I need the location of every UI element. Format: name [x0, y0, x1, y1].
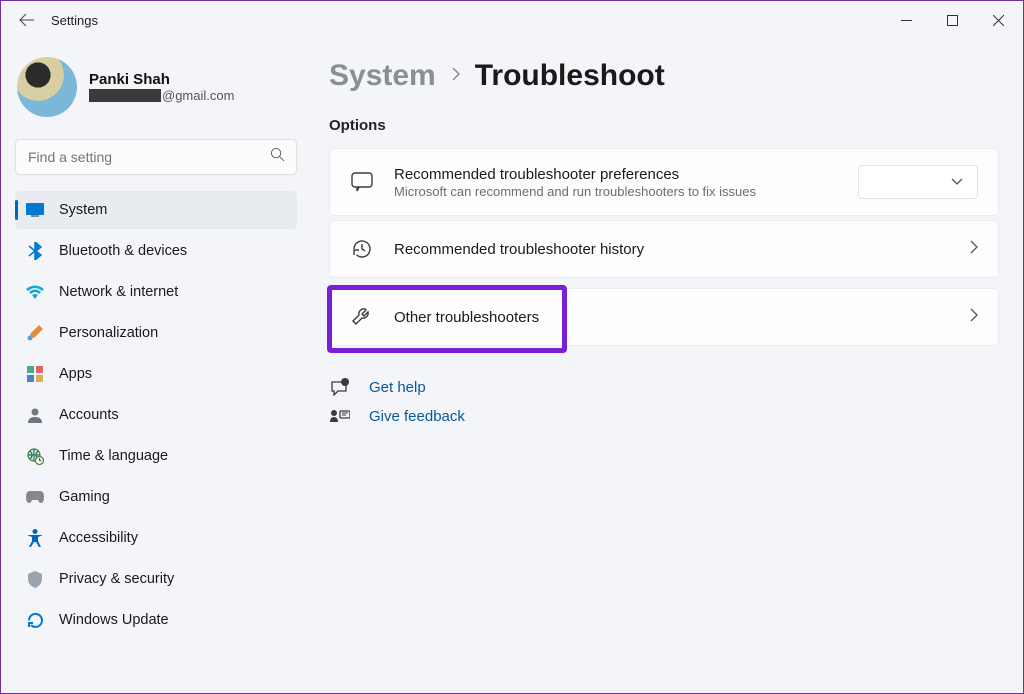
give-feedback-link[interactable]: Give feedback: [329, 402, 465, 431]
chat-icon: [350, 170, 374, 194]
sidebar-item-label: Personalization: [59, 325, 158, 341]
chevron-down-icon: [951, 173, 963, 191]
nav-list: System Bluetooth & devices Network & int…: [15, 191, 297, 639]
card-troubleshooter-preferences[interactable]: Recommended troubleshooter preferences M…: [329, 148, 999, 216]
shield-icon: [25, 569, 45, 589]
sidebar-item-system[interactable]: System: [15, 191, 297, 229]
sidebar-item-accessibility[interactable]: Accessibility: [15, 519, 297, 557]
breadcrumb-current: Troubleshoot: [475, 59, 665, 93]
sidebar-item-label: Time & language: [59, 448, 168, 464]
sidebar-item-label: System: [59, 202, 107, 218]
sidebar: Panki Shah @gmail.com System Bluetooth &…: [1, 39, 311, 693]
help-icon: ?: [329, 378, 351, 396]
chevron-right-icon: [969, 308, 978, 327]
search-field[interactable]: [15, 139, 297, 175]
sidebar-item-update[interactable]: Windows Update: [15, 601, 297, 639]
sidebar-item-label: Apps: [59, 366, 92, 382]
card-title: Other troubleshooters: [394, 309, 949, 326]
link-label: Give feedback: [369, 408, 465, 425]
card-other-troubleshooters[interactable]: Other troubleshooters: [329, 288, 999, 346]
sidebar-item-apps[interactable]: Apps: [15, 355, 297, 393]
titlebar: Settings: [1, 1, 1023, 39]
content-area: System Troubleshoot Options Recommended …: [311, 39, 1023, 693]
sidebar-item-privacy[interactable]: Privacy & security: [15, 560, 297, 598]
minimize-button[interactable]: [883, 4, 929, 36]
maximize-button[interactable]: [929, 4, 975, 36]
accessibility-icon: [25, 528, 45, 548]
bluetooth-icon: [25, 241, 45, 261]
sidebar-item-bluetooth[interactable]: Bluetooth & devices: [15, 232, 297, 270]
sidebar-item-accounts[interactable]: Accounts: [15, 396, 297, 434]
sidebar-item-network[interactable]: Network & internet: [15, 273, 297, 311]
get-help-link[interactable]: ? Get help: [329, 372, 426, 402]
feedback-icon: [329, 409, 351, 425]
sidebar-item-time-language[interactable]: Time & language: [15, 437, 297, 475]
sidebar-item-label: Privacy & security: [59, 571, 174, 587]
avatar: [17, 57, 77, 117]
link-label: Get help: [369, 379, 426, 396]
back-button[interactable]: [11, 4, 43, 36]
sidebar-item-label: Windows Update: [59, 612, 169, 628]
sidebar-item-label: Network & internet: [59, 284, 178, 300]
gamepad-icon: [25, 487, 45, 507]
sidebar-item-label: Accessibility: [59, 530, 138, 546]
sidebar-item-gaming[interactable]: Gaming: [15, 478, 297, 516]
close-button[interactable]: [975, 4, 1021, 36]
sidebar-item-label: Gaming: [59, 489, 110, 505]
paint-icon: [25, 323, 45, 343]
apps-icon: [25, 364, 45, 384]
section-label-options: Options: [329, 117, 999, 134]
sidebar-item-label: Accounts: [59, 407, 119, 423]
chevron-right-icon: [450, 66, 461, 87]
globe-clock-icon: [25, 446, 45, 466]
update-icon: [25, 610, 45, 630]
card-subtitle: Microsoft can recommend and run troubles…: [394, 184, 838, 199]
history-icon: [350, 237, 374, 261]
card-troubleshooter-history[interactable]: Recommended troubleshooter history: [329, 220, 999, 278]
window-title: Settings: [51, 13, 98, 28]
user-name: Panki Shah: [89, 71, 234, 88]
card-title: Recommended troubleshooter history: [394, 241, 949, 258]
chevron-right-icon: [969, 240, 978, 259]
person-icon: [25, 405, 45, 425]
user-email: @gmail.com: [89, 88, 234, 103]
breadcrumb-parent[interactable]: System: [329, 59, 436, 93]
wrench-icon: [350, 305, 374, 329]
sidebar-item-label: Bluetooth & devices: [59, 243, 187, 259]
card-title: Recommended troubleshooter preferences: [394, 166, 838, 183]
sidebar-item-personalization[interactable]: Personalization: [15, 314, 297, 352]
search-input[interactable]: [15, 139, 297, 175]
user-account-block[interactable]: Panki Shah @gmail.com: [15, 45, 297, 133]
display-icon: [25, 200, 45, 220]
wifi-icon: [25, 282, 45, 302]
search-icon: [270, 147, 285, 167]
breadcrumb: System Troubleshoot: [329, 59, 999, 93]
preferences-dropdown[interactable]: [858, 165, 978, 199]
